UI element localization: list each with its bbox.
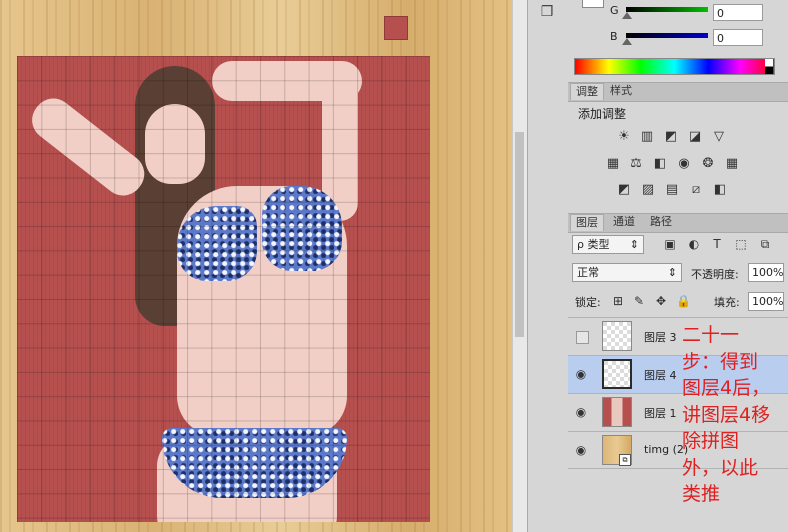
- lock-transparent-icon[interactable]: ⊞: [611, 294, 625, 308]
- layer-thumbnail: [602, 321, 632, 351]
- tab-paths[interactable]: 路径: [645, 214, 677, 230]
- layer-name: 图层 1: [644, 407, 677, 420]
- filter-pixel-icon[interactable]: ▣: [663, 237, 677, 251]
- vibrance-icon[interactable]: ▽: [712, 130, 726, 144]
- document-canvas[interactable]: [0, 0, 512, 532]
- add-adjustment-label: 添加调整: [578, 107, 627, 121]
- filter-type-value: 类型: [587, 238, 610, 251]
- spectrum-black-white[interactable]: [765, 59, 773, 74]
- visibility-toggle-empty[interactable]: [576, 331, 589, 344]
- puzzle-photo-layer[interactable]: [17, 56, 430, 522]
- photo-filter-icon[interactable]: ◉: [677, 157, 691, 171]
- annotation-line: 类推: [682, 483, 721, 505]
- layer-thumbnail: [602, 397, 632, 427]
- layer-name: 图层 3: [644, 331, 677, 344]
- color-balance-icon[interactable]: ⚖: [629, 157, 643, 171]
- color-lookup-icon[interactable]: ▦: [725, 157, 739, 171]
- b-slider-track[interactable]: [626, 33, 708, 38]
- black-white-icon[interactable]: ◧: [653, 157, 667, 171]
- channel-mixer-icon[interactable]: ❂: [701, 157, 715, 171]
- puzzle-piece-1[interactable]: [384, 16, 408, 40]
- hue-saturation-icon[interactable]: ▦: [606, 157, 620, 171]
- foreground-swatch[interactable]: [582, 0, 604, 8]
- filter-shape-icon[interactable]: ⬚: [734, 237, 748, 251]
- levels-icon[interactable]: ▥: [640, 130, 654, 144]
- lock-move-icon[interactable]: ✥: [654, 294, 668, 308]
- scrollbar-thumb[interactable]: [515, 132, 524, 337]
- color-spectrum-ramp[interactable]: [574, 58, 775, 75]
- brightness-icon[interactable]: ☀: [617, 130, 631, 144]
- puzzle-grid-overlay: [17, 56, 430, 522]
- layer-filter-select[interactable]: ρ 类型 ⇕: [572, 235, 644, 254]
- tab-channels[interactable]: 通道: [608, 214, 640, 230]
- lock-label: 锁定:: [575, 296, 601, 309]
- smart-object-icon: ⧉: [619, 454, 631, 466]
- tab-layers[interactable]: 图层: [570, 214, 604, 231]
- chevron-down-icon: ⇕: [667, 266, 677, 279]
- blend-mode-select[interactable]: 正常 ⇕: [572, 263, 682, 282]
- g-slider-handle[interactable]: [622, 12, 632, 19]
- annotation-line: 二十一: [682, 324, 740, 346]
- fill-label: 填充:: [714, 296, 740, 309]
- 3d-panel-icon[interactable]: ❒: [539, 4, 555, 22]
- b-channel-label: B: [610, 30, 618, 43]
- curves-icon[interactable]: ◩: [664, 130, 678, 144]
- opacity-label: 不透明度:: [691, 268, 739, 281]
- opacity-field[interactable]: 100%: [748, 263, 784, 282]
- tab-styles[interactable]: 样式: [605, 83, 637, 99]
- blend-mode-value: 正常: [577, 266, 599, 279]
- layer-thumbnail: [602, 359, 632, 389]
- annotation-line: 外，以此: [682, 456, 759, 479]
- filter-adjustment-icon[interactable]: ◐: [687, 237, 701, 251]
- chevron-down-icon: ⇕: [629, 238, 639, 251]
- annotation-line: 讲图层4移: [682, 403, 771, 426]
- lock-paint-icon[interactable]: ✎: [632, 294, 646, 308]
- threshold-icon[interactable]: ▤: [665, 183, 679, 197]
- g-slider-track[interactable]: [626, 7, 708, 12]
- tab-adjustments[interactable]: 调整: [570, 83, 604, 100]
- panel-icon-strip: [527, 0, 569, 532]
- annotation-line: 除拼图: [682, 430, 740, 452]
- exposure-icon[interactable]: ◪: [688, 130, 702, 144]
- search-icon: ρ: [577, 238, 584, 251]
- tutorial-annotation: 二十一 步：得到 图层4后， 讲图层4移 除拼图 外，以此 类推: [682, 322, 786, 508]
- eye-icon[interactable]: ◉: [573, 442, 589, 458]
- invert-icon[interactable]: ◩: [617, 183, 631, 197]
- fill-field[interactable]: 100%: [748, 292, 784, 311]
- b-slider-handle[interactable]: [622, 38, 632, 45]
- filter-type-icon[interactable]: T: [710, 237, 724, 251]
- g-channel-label: G: [610, 4, 619, 17]
- filter-smartobject-icon[interactable]: ⧉: [758, 237, 772, 251]
- eye-icon[interactable]: ◉: [573, 404, 589, 420]
- posterize-icon[interactable]: ▨: [641, 183, 655, 197]
- selective-color-icon[interactable]: ⧄: [689, 183, 703, 197]
- annotation-line: 图层4后，: [682, 377, 771, 399]
- b-value-field[interactable]: 0: [713, 29, 763, 46]
- annotation-line: 步：得到: [682, 350, 759, 373]
- layer-name: 图层 4: [644, 369, 677, 382]
- lock-all-icon[interactable]: 🔒: [676, 294, 691, 308]
- g-value-field[interactable]: 0: [713, 4, 763, 21]
- eye-icon[interactable]: ◉: [573, 366, 589, 382]
- gradient-map-icon[interactable]: ◧: [713, 183, 727, 197]
